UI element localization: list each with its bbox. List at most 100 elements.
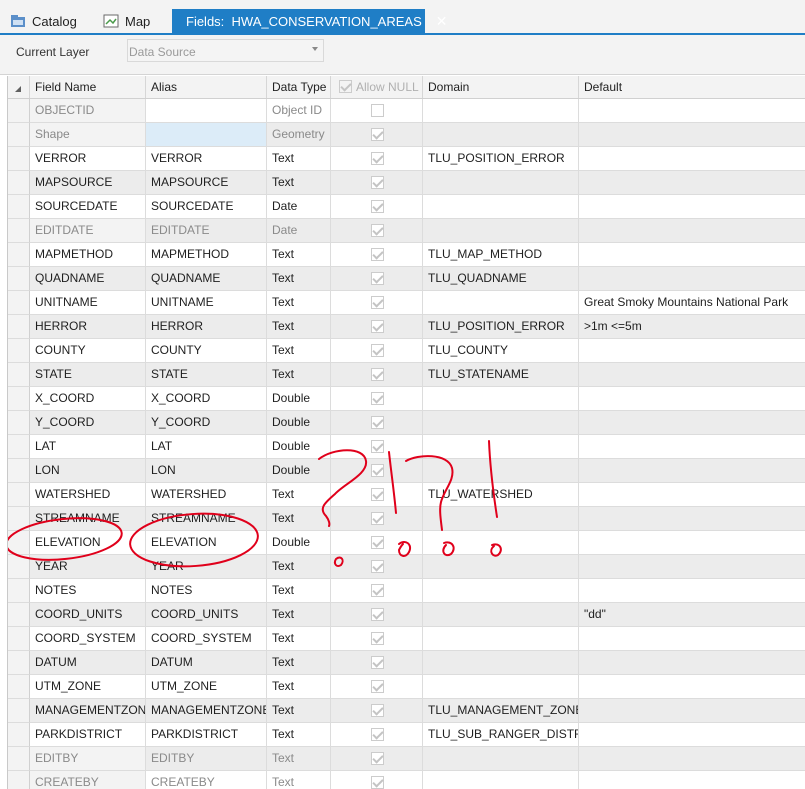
cell-domain[interactable]: TLU_STATENAME xyxy=(423,363,579,387)
cell-field-name[interactable]: EDITBY xyxy=(30,747,146,771)
row-header[interactable] xyxy=(8,315,30,339)
cell-default[interactable] xyxy=(579,651,805,675)
cell-domain[interactable] xyxy=(423,171,579,195)
cell-alias[interactable]: EDITBY xyxy=(146,747,267,771)
cell-data-type[interactable]: Text xyxy=(267,723,331,747)
cell-default[interactable] xyxy=(579,195,805,219)
table-row[interactable]: COUNTY COUNTY Text TLU_COUNTY xyxy=(8,339,805,363)
table-row[interactable]: WATERSHED WATERSHED Text TLU_WATERSHED xyxy=(8,483,805,507)
cell-field-name[interactable]: YEAR xyxy=(30,555,146,579)
cell-allow-null[interactable] xyxy=(331,219,423,243)
allow-null-header-checkbox[interactable] xyxy=(339,80,352,93)
cell-allow-null[interactable] xyxy=(331,507,423,531)
allow-null-checkbox[interactable] xyxy=(371,128,384,141)
cell-field-name[interactable]: STREAMNAME xyxy=(30,507,146,531)
cell-domain[interactable] xyxy=(423,747,579,771)
cell-field-name[interactable]: VERROR xyxy=(30,147,146,171)
cell-alias[interactable]: Y_COORD xyxy=(146,411,267,435)
cell-alias[interactable]: CREATEBY xyxy=(146,771,267,789)
row-header[interactable] xyxy=(8,603,30,627)
allow-null-checkbox[interactable] xyxy=(371,320,384,333)
cell-domain[interactable] xyxy=(423,387,579,411)
table-row[interactable]: STATE STATE Text TLU_STATENAME xyxy=(8,363,805,387)
cell-domain[interactable] xyxy=(423,651,579,675)
cell-domain[interactable]: TLU_POSITION_ERROR xyxy=(423,147,579,171)
allow-null-checkbox[interactable] xyxy=(371,584,384,597)
cell-field-name[interactable]: COORD_SYSTEM xyxy=(30,627,146,651)
cell-default[interactable]: "dd" xyxy=(579,603,805,627)
cell-alias[interactable]: YEAR xyxy=(146,555,267,579)
cell-default[interactable] xyxy=(579,459,805,483)
cell-allow-null[interactable] xyxy=(331,267,423,291)
cell-default[interactable] xyxy=(579,363,805,387)
allow-null-checkbox[interactable] xyxy=(371,272,384,285)
cell-field-name[interactable]: EDITDATE xyxy=(30,219,146,243)
cell-domain[interactable] xyxy=(423,195,579,219)
cell-alias[interactable]: HERROR xyxy=(146,315,267,339)
cell-default[interactable] xyxy=(579,483,805,507)
table-row[interactable]: PARKDISTRICT PARKDISTRICT Text TLU_SUB_RANG… xyxy=(8,723,805,747)
cell-field-name[interactable]: NOTES xyxy=(30,579,146,603)
allow-null-checkbox[interactable] xyxy=(371,704,384,717)
row-header[interactable] xyxy=(8,147,30,171)
cell-default[interactable]: >1m <=5m xyxy=(579,315,805,339)
row-header[interactable] xyxy=(8,627,30,651)
cell-allow-null[interactable] xyxy=(331,147,423,171)
cell-domain[interactable]: TLU_WATERSHED xyxy=(423,483,579,507)
cell-data-type[interactable]: Double xyxy=(267,411,331,435)
cell-data-type[interactable]: Double xyxy=(267,531,331,555)
table-row[interactable]: COORD_UNITS COORD_UNITS Text "dd" xyxy=(8,603,805,627)
cell-domain[interactable] xyxy=(423,675,579,699)
cell-domain[interactable] xyxy=(423,459,579,483)
cell-domain[interactable]: TLU_POSITION_ERROR xyxy=(423,315,579,339)
cell-allow-null[interactable] xyxy=(331,579,423,603)
row-header[interactable] xyxy=(8,747,30,771)
table-row[interactable]: EDITDATE EDITDATE Date xyxy=(8,219,805,243)
cell-domain[interactable]: TLU_MAP_METHOD xyxy=(423,243,579,267)
cell-alias[interactable]: COORD_SYSTEM xyxy=(146,627,267,651)
cell-data-type[interactable]: Text xyxy=(267,603,331,627)
cell-allow-null[interactable] xyxy=(331,675,423,699)
table-row[interactable]: NOTES NOTES Text xyxy=(8,579,805,603)
cell-data-type[interactable]: Text xyxy=(267,483,331,507)
cell-allow-null[interactable] xyxy=(331,723,423,747)
cell-field-name[interactable]: LAT xyxy=(30,435,146,459)
cell-alias[interactable]: ELEVATION xyxy=(146,531,267,555)
cell-default[interactable] xyxy=(579,507,805,531)
cell-default[interactable] xyxy=(579,339,805,363)
cell-domain[interactable] xyxy=(423,123,579,147)
cell-data-type[interactable]: Text xyxy=(267,243,331,267)
cell-domain[interactable] xyxy=(423,555,579,579)
cell-alias[interactable]: X_COORD xyxy=(146,387,267,411)
cell-field-name[interactable]: Y_COORD xyxy=(30,411,146,435)
cell-alias[interactable]: EDITDATE xyxy=(146,219,267,243)
row-header[interactable] xyxy=(8,291,30,315)
cell-allow-null[interactable] xyxy=(331,195,423,219)
table-row[interactable]: UTM_ZONE UTM_ZONE Text xyxy=(8,675,805,699)
table-row[interactable]: Shape Geometry xyxy=(8,123,805,147)
tab-map[interactable]: Map xyxy=(103,9,150,33)
row-header[interactable] xyxy=(8,195,30,219)
cell-data-type[interactable]: Text xyxy=(267,747,331,771)
cell-alias[interactable] xyxy=(146,123,267,147)
cell-data-type[interactable]: Text xyxy=(267,579,331,603)
cell-data-type[interactable]: Date xyxy=(267,219,331,243)
column-header-field-name[interactable]: Field Name xyxy=(30,76,146,98)
cell-data-type[interactable]: Geometry xyxy=(267,123,331,147)
cell-default[interactable] xyxy=(579,99,805,123)
cell-field-name[interactable]: STATE xyxy=(30,363,146,387)
cell-domain[interactable]: TLU_SUB_RANGER_DISTRICT xyxy=(423,723,579,747)
row-header[interactable] xyxy=(8,123,30,147)
row-header[interactable] xyxy=(8,171,30,195)
allow-null-checkbox[interactable] xyxy=(371,392,384,405)
cell-alias[interactable]: PARKDISTRICT xyxy=(146,723,267,747)
table-row[interactable]: YEAR YEAR Text xyxy=(8,555,805,579)
cell-field-name[interactable]: WATERSHED xyxy=(30,483,146,507)
cell-domain[interactable] xyxy=(423,507,579,531)
table-row[interactable]: MAPMETHOD MAPMETHOD Text TLU_MAP_METHOD xyxy=(8,243,805,267)
cell-default[interactable] xyxy=(579,771,805,789)
cell-alias[interactable]: STREAMNAME xyxy=(146,507,267,531)
cell-field-name[interactable]: COORD_UNITS xyxy=(30,603,146,627)
cell-domain[interactable] xyxy=(423,435,579,459)
column-header-data-type[interactable]: Data Type xyxy=(267,76,331,98)
